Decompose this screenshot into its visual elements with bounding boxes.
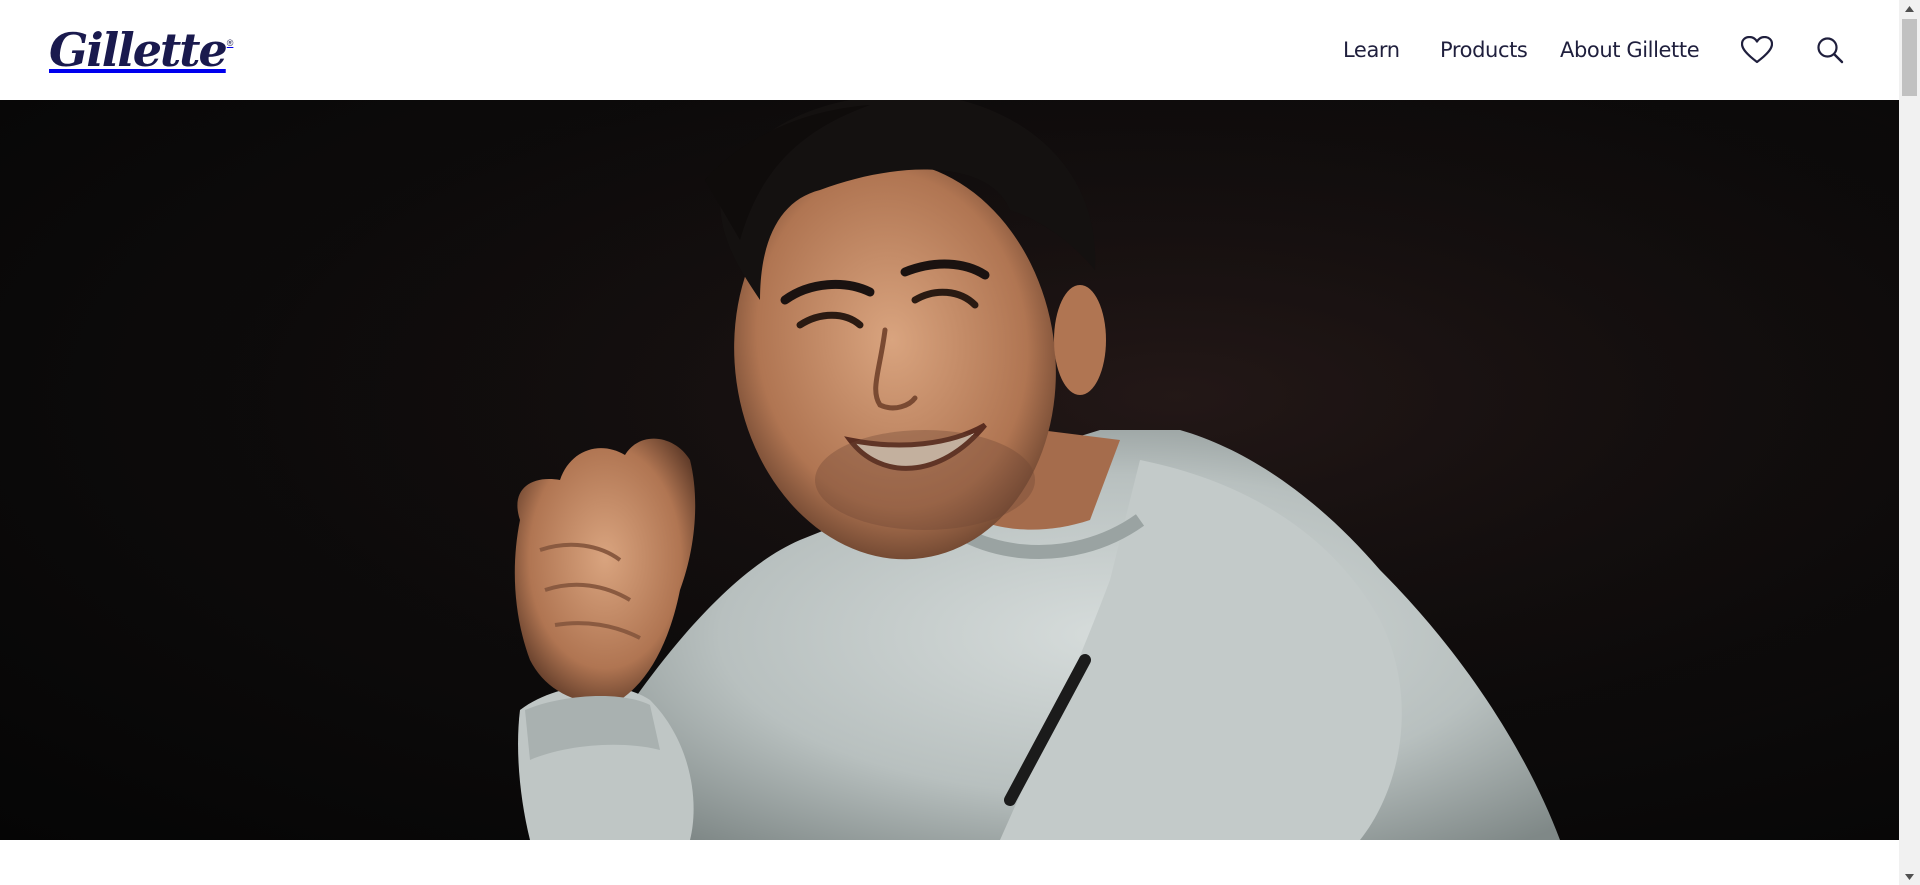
logo-text: Gillette <box>49 23 228 77</box>
hero-banner <box>0 100 1899 840</box>
gillette-logo[interactable]: Gillette ® <box>49 22 233 78</box>
nav-link-products[interactable]: Products <box>1440 38 1528 62</box>
nav-link-about-gillette[interactable]: About Gillette <box>1560 38 1700 62</box>
search-icon[interactable] <box>1813 33 1847 67</box>
vertical-scrollbar[interactable] <box>1899 0 1920 885</box>
scrollbar-thumb[interactable] <box>1902 19 1917 96</box>
ear <box>1054 285 1106 395</box>
registered-mark: ® <box>226 38 234 48</box>
nav-item-about: About Gillette <box>1560 0 1700 100</box>
scroll-down-arrow-icon[interactable] <box>1899 868 1920 885</box>
nav-item-products: Products <box>1440 0 1528 100</box>
hero-image <box>0 100 1899 840</box>
heart-icon[interactable] <box>1740 33 1774 67</box>
site-header: Gillette ® Learn Products About Gillette <box>0 0 1899 100</box>
scroll-up-arrow-icon[interactable] <box>1899 0 1920 17</box>
nav-link-learn[interactable]: Learn <box>1343 38 1400 62</box>
nav-item-learn: Learn <box>1343 0 1400 100</box>
